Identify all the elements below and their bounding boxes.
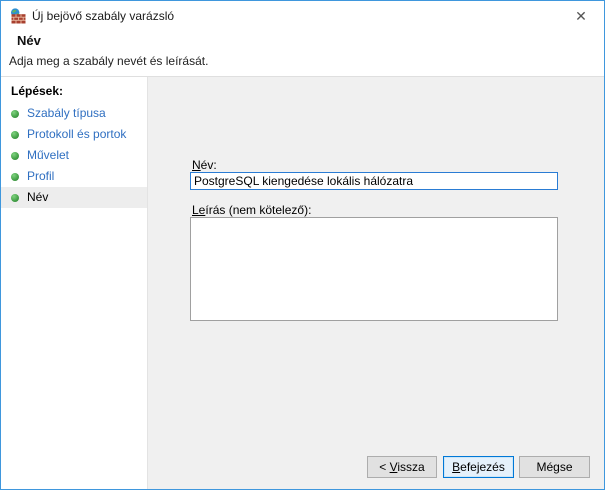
steps-list: Szabály típusa Protokoll és portok Művelet… bbox=[1, 103, 147, 208]
rule-name-input[interactable] bbox=[190, 172, 558, 190]
sidebar-step-1[interactable]: Szabály típusa bbox=[1, 103, 147, 124]
name-field-label: Név: bbox=[192, 158, 217, 172]
sidebar-step-2[interactable]: Protokoll és portok bbox=[1, 124, 147, 145]
content-pane: Név: Leírás (nem kötelező): < Vissza Bef… bbox=[148, 77, 604, 489]
step-bullet-icon bbox=[11, 152, 19, 160]
sidebar-step-5: Név bbox=[1, 187, 147, 208]
finish-button[interactable]: Befejezés bbox=[443, 456, 514, 478]
step-label: Protokoll és portok bbox=[27, 127, 127, 141]
sidebar-step-3[interactable]: Művelet bbox=[1, 145, 147, 166]
window-title: Új bejövő szabály varázsló bbox=[32, 9, 175, 23]
steps-sidebar: Lépések: Szabály típusa Protokoll és port… bbox=[1, 77, 147, 489]
sidebar-step-4[interactable]: Profil bbox=[1, 166, 147, 187]
cancel-button[interactable]: Mégse bbox=[519, 456, 590, 478]
close-icon[interactable]: ✕ bbox=[570, 6, 592, 26]
step-label: Profil bbox=[27, 169, 55, 183]
step-bullet-icon bbox=[11, 173, 19, 181]
step-bullet-icon bbox=[11, 131, 19, 139]
step-bullet-icon bbox=[11, 110, 19, 118]
page-title: Név bbox=[17, 33, 41, 48]
step-label: Név bbox=[27, 190, 49, 204]
steps-heading: Lépések: bbox=[11, 84, 64, 98]
title-bar: Új bejövő szabály varázsló ✕ bbox=[1, 1, 604, 31]
page-subtitle: Adja meg a szabály nevét és leírását. bbox=[9, 54, 209, 68]
step-bullet-icon bbox=[11, 194, 19, 202]
back-button[interactable]: < Vissza bbox=[367, 456, 437, 478]
new-inbound-rule-wizard-dialog: Új bejövő szabály varázsló ✕ Név Adja me… bbox=[0, 0, 605, 490]
firewall-icon bbox=[11, 8, 26, 24]
rule-description-textarea[interactable] bbox=[190, 217, 558, 321]
description-field-label: Leírás (nem kötelező): bbox=[192, 203, 312, 217]
step-label: Művelet bbox=[27, 148, 70, 162]
step-label: Szabály típusa bbox=[27, 106, 106, 120]
